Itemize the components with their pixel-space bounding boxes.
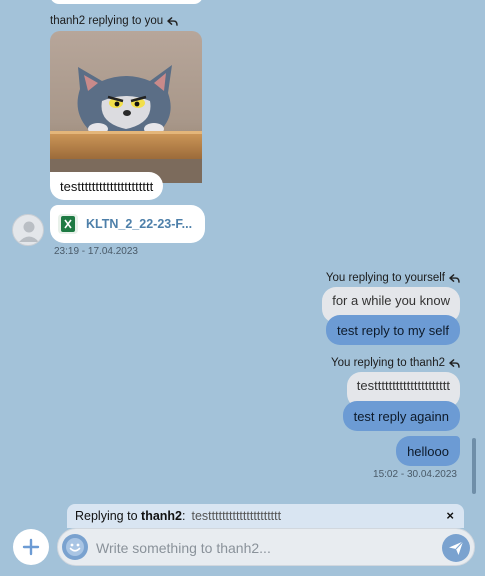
outgoing-reply-header-1-text: You replying to yourself — [325, 272, 445, 284]
outgoing-reply-header-1: You replying to yourself — [326, 272, 460, 284]
message-input[interactable] — [96, 537, 436, 559]
incoming-reply-header-text: thanh2 replying to you — [50, 15, 164, 27]
incoming-reply-header: thanh2 replying to you — [50, 15, 178, 27]
avatar[interactable] — [12, 214, 44, 246]
outgoing-message-text-2: test reply againn — [353, 408, 449, 424]
reply-preview-bar: Replying to thanh2: testtttttttttttttttt… — [67, 504, 464, 528]
reply-arrow-icon — [449, 358, 460, 368]
outgoing-message-bubble-1: test reply to my self — [326, 315, 460, 345]
cat-image — [50, 31, 202, 183]
close-reply-button[interactable]: × — [446, 508, 454, 523]
reply-preview-excerpt: testtttttttttttttttttttt — [191, 509, 282, 523]
incoming-message-bubble: testtttttttttttttttttttt — [50, 172, 164, 200]
reply-preview-colon: : — [182, 509, 186, 523]
plus-icon — [22, 538, 40, 556]
reply-preview-label: Replying to — [75, 509, 138, 523]
user-avatar-icon — [19, 221, 39, 242]
scrollbar-thumb[interactable] — [472, 438, 476, 494]
outgoing-message-bubble-3: hellooo — [396, 436, 460, 466]
reply-preview-name: thanh2 — [141, 509, 183, 523]
outgoing-message-text-1: test reply to my self — [337, 322, 449, 338]
reply-arrow-icon — [167, 16, 178, 26]
incoming-message-text: testtttttttttttttttttttt — [60, 178, 154, 194]
outgoing-reply-header-2: You replying to thanh2 — [331, 357, 460, 369]
quoted-message-text-1: for a while you know — [332, 292, 450, 308]
incoming-timestamp: 23:19 - 17.04.2023 — [54, 246, 138, 257]
emoji-button[interactable] — [62, 534, 88, 560]
file-attachment[interactable]: KLTN_2_22-23-F... — [50, 205, 205, 243]
file-name[interactable]: KLTN_2_22-23-F... — [86, 217, 196, 231]
smiley-icon — [66, 538, 84, 556]
send-icon — [449, 541, 464, 555]
reply-arrow-icon — [449, 273, 460, 283]
image-attachment[interactable] — [50, 31, 202, 183]
outgoing-reply-header-2-text: You replying to thanh2 — [330, 357, 445, 369]
send-button[interactable] — [442, 534, 470, 562]
quoted-message-text-2: testtttttttttttttttttttt — [356, 377, 450, 393]
excel-file-icon — [58, 214, 78, 234]
previous-message-bubble — [50, 0, 203, 4]
add-attachment-button[interactable] — [13, 529, 49, 565]
message-composer — [57, 528, 475, 566]
outgoing-timestamp: 15:02 - 30.04.2023 — [373, 469, 457, 480]
outgoing-message-bubble-2: test reply againn — [342, 401, 460, 431]
outgoing-message-text-3: hellooo — [407, 443, 449, 459]
